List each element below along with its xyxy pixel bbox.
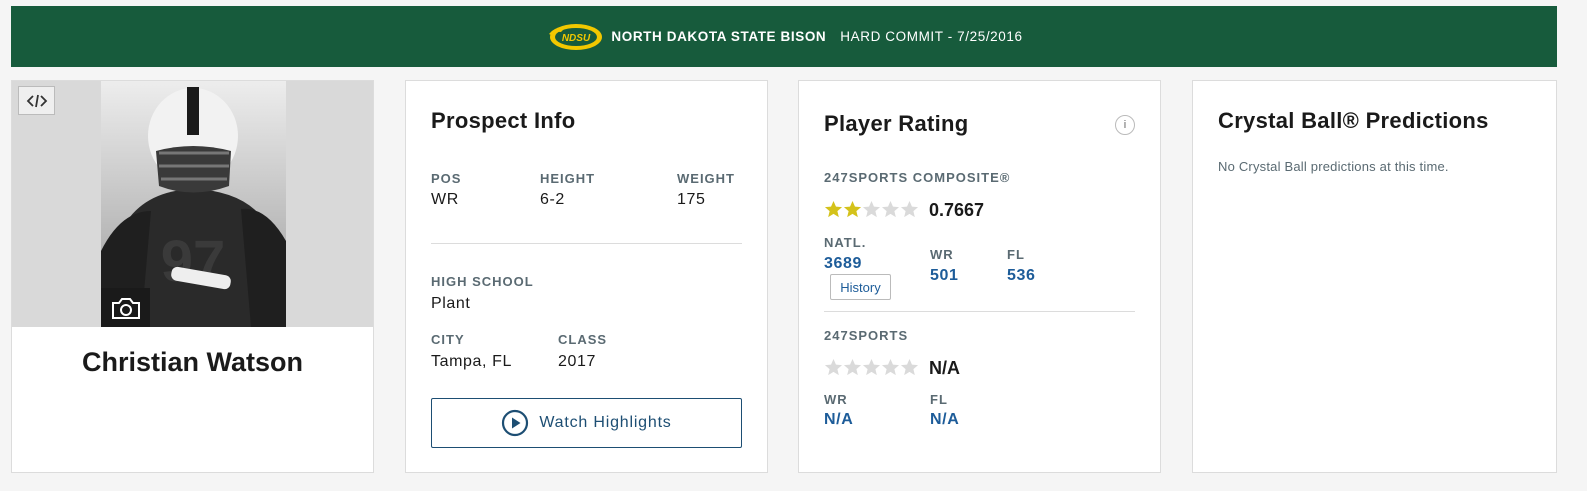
state-rank-label: FL bbox=[1007, 247, 1025, 262]
divider bbox=[431, 243, 742, 244]
star-icon bbox=[824, 358, 843, 376]
photo-gallery-button[interactable] bbox=[101, 288, 150, 327]
pos-label: POS bbox=[431, 171, 462, 186]
natl-rank-value[interactable]: 3689 bbox=[824, 255, 862, 273]
code-icon bbox=[26, 94, 47, 107]
prospect-info-card: Prospect Info POS WR HEIGHT 6-2 WEIGHT 1… bbox=[405, 80, 768, 473]
high-school-value[interactable]: Plant bbox=[431, 295, 470, 313]
star-icon bbox=[824, 200, 843, 218]
star-icon bbox=[862, 200, 881, 218]
play-icon bbox=[502, 409, 529, 437]
prospect-info-title: Prospect Info bbox=[431, 108, 576, 133]
247sports-rating-value: N/A bbox=[929, 358, 960, 378]
position-rank-label: WR bbox=[930, 247, 954, 262]
247sports-position-label: WR bbox=[824, 392, 848, 407]
247sports-state-value[interactable]: N/A bbox=[930, 411, 959, 429]
position-rank-value[interactable]: 501 bbox=[930, 267, 959, 285]
height-value: 6-2 bbox=[540, 191, 565, 208]
camera-icon bbox=[111, 297, 140, 319]
star-icon bbox=[862, 358, 881, 376]
composite-stars bbox=[824, 200, 919, 219]
weight-label: WEIGHT bbox=[677, 171, 735, 186]
embed-code-button[interactable] bbox=[18, 86, 55, 115]
class-value[interactable]: 2017 bbox=[558, 353, 596, 371]
247sports-position-value[interactable]: N/A bbox=[824, 411, 853, 429]
watch-highlights-button[interactable]: Watch Highlights bbox=[431, 398, 742, 448]
class-label: CLASS bbox=[558, 332, 608, 347]
height-label: HEIGHT bbox=[540, 171, 596, 186]
svg-text:NDSU: NDSU bbox=[562, 33, 591, 44]
commit-banner: NDSU NORTH DAKOTA STATE BISON HARD COMMI… bbox=[11, 6, 1557, 67]
247sports-state-label: FL bbox=[930, 392, 948, 407]
star-icon bbox=[843, 358, 862, 376]
ndsu-logo-icon: NDSU bbox=[549, 23, 603, 50]
state-rank-value[interactable]: 536 bbox=[1007, 267, 1036, 285]
composite-label: 247SPORTS COMPOSITE® bbox=[824, 170, 1011, 185]
info-icon[interactable]: i bbox=[1115, 115, 1135, 135]
watch-highlights-label: Watch Highlights bbox=[539, 414, 672, 431]
composite-rating-value: 0.7667 bbox=[929, 200, 985, 220]
history-button[interactable]: History bbox=[830, 274, 891, 300]
crystal-ball-message: No Crystal Ball predictions at this time… bbox=[1218, 159, 1449, 174]
city-label: CITY bbox=[431, 332, 465, 347]
247sports-label: 247SPORTS bbox=[824, 328, 909, 343]
city-value: Tampa, FL bbox=[431, 353, 512, 370]
star-icon bbox=[900, 200, 919, 218]
pos-value: WR bbox=[431, 191, 459, 208]
247sports-stars bbox=[824, 358, 919, 377]
player-rating-title: Player Rating bbox=[824, 111, 969, 136]
player-rating-card: Player Rating i 247SPORTS COMPOSITE® 0.7… bbox=[798, 80, 1161, 473]
crystal-ball-title: Crystal Ball® Predictions bbox=[1218, 108, 1489, 133]
star-icon bbox=[881, 200, 900, 218]
player-card: 97 Christian Watson bbox=[11, 80, 374, 473]
weight-value: 175 bbox=[677, 191, 706, 208]
high-school-label: HIGH SCHOOL bbox=[431, 274, 534, 289]
crystal-ball-card: Crystal Ball® Predictions No Crystal Bal… bbox=[1192, 80, 1557, 473]
player-name: Christian Watson bbox=[81, 347, 303, 377]
star-icon bbox=[843, 200, 862, 218]
commit-status: HARD COMMIT - 7/25/2016 bbox=[840, 29, 1023, 44]
committed-school[interactable]: NORTH DAKOTA STATE BISON bbox=[611, 29, 826, 44]
star-icon bbox=[881, 358, 900, 376]
natl-rank-label: NATL. bbox=[824, 235, 867, 250]
player-photo-area: 97 bbox=[12, 81, 373, 327]
divider bbox=[824, 311, 1135, 312]
star-icon bbox=[900, 358, 919, 376]
